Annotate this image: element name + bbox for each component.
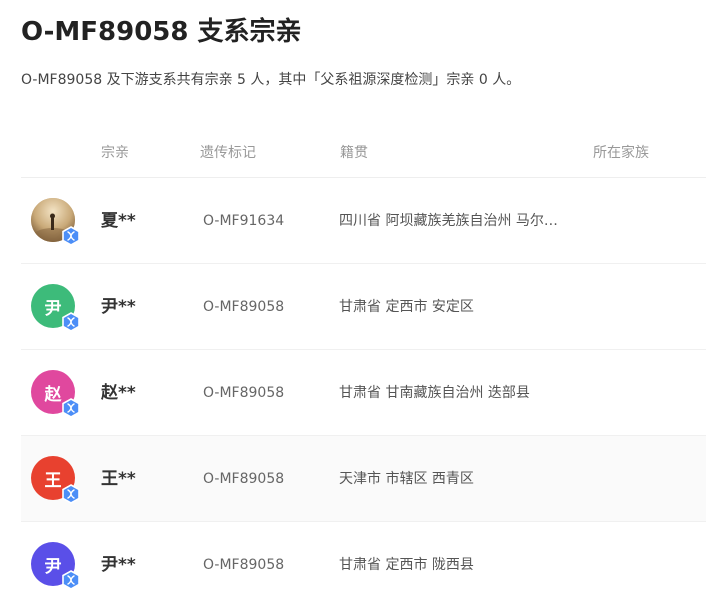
relatives-table: 宗亲 遗传标记 籍贯 所在家族 夏** O-MF91634 四川省 阿坝藏族羌族自治… bbox=[21, 127, 706, 600]
table-header: 宗亲 遗传标记 籍贯 所在家族 bbox=[21, 127, 706, 178]
relative-name[interactable]: 尹** bbox=[101, 297, 136, 317]
genetic-marker: O-MF89058 bbox=[203, 557, 285, 573]
avatar-initial: 赵 bbox=[44, 384, 62, 405]
table-row[interactable]: 夏** O-MF91634 四川省 阿坝藏族羌族自治州 马尔康市 bbox=[21, 178, 706, 264]
origin: 天津市 市辖区 西青区 bbox=[339, 471, 474, 487]
table-row[interactable]: 尹 尹** O-MF89058 甘肃省 定西市 陇西县 bbox=[21, 522, 706, 600]
avatar[interactable]: 尹 bbox=[31, 284, 80, 332]
avatar-initial: 尹 bbox=[44, 556, 62, 577]
genetic-marker: O-MF91634 bbox=[203, 213, 285, 229]
relative-name[interactable]: 夏** bbox=[101, 211, 136, 231]
genetic-marker: O-MF89058 bbox=[203, 471, 285, 487]
avatar[interactable]: 尹 bbox=[31, 542, 80, 590]
column-header-genetic-marker: 遗传标记 bbox=[200, 145, 256, 161]
dna-verified-icon bbox=[62, 312, 80, 332]
genetic-marker: O-MF89058 bbox=[203, 385, 285, 401]
dna-verified-icon bbox=[62, 484, 80, 504]
genetic-marker: O-MF89058 bbox=[203, 299, 285, 315]
relative-name[interactable]: 王** bbox=[101, 469, 136, 489]
page: O-MF89058 支系宗亲 O-MF89058 及下游支系共有宗亲 5 人，其… bbox=[0, 0, 706, 600]
origin: 甘肃省 定西市 安定区 bbox=[339, 299, 474, 315]
avatar[interactable]: 王 bbox=[31, 456, 80, 504]
dna-verified-icon bbox=[62, 570, 80, 590]
table-row[interactable]: 尹 尹** O-MF89058 甘肃省 定西市 安定区 bbox=[21, 264, 706, 350]
origin: 甘肃省 定西市 陇西县 bbox=[339, 557, 474, 573]
table-row[interactable]: 王 王** O-MF89058 天津市 市辖区 西青区 bbox=[21, 436, 706, 522]
origin: 甘肃省 甘南藏族自治州 迭部县 bbox=[339, 385, 530, 401]
avatar[interactable]: 赵 bbox=[31, 370, 80, 418]
avatar-initial: 王 bbox=[44, 470, 62, 491]
table-row[interactable]: 赵 赵** O-MF89058 甘肃省 甘南藏族自治州 迭部县 bbox=[21, 350, 706, 436]
page-title: O-MF89058 支系宗亲 bbox=[21, 17, 302, 47]
dna-verified-icon bbox=[62, 398, 80, 418]
origin: 四川省 阿坝藏族羌族自治州 马尔康市 bbox=[339, 213, 561, 229]
column-header-relative: 宗亲 bbox=[101, 145, 129, 161]
column-header-origin: 籍贯 bbox=[340, 145, 368, 161]
avatar[interactable] bbox=[31, 198, 80, 246]
relative-name[interactable]: 赵** bbox=[101, 383, 136, 403]
table-body: 夏** O-MF91634 四川省 阿坝藏族羌族自治州 马尔康市尹尹** O-MF89… bbox=[21, 178, 706, 600]
avatar-initial: 尹 bbox=[44, 298, 62, 319]
page-subtitle: O-MF89058 及下游支系共有宗亲 5 人，其中「父系祖源深度检测」宗亲 0… bbox=[21, 72, 521, 88]
relative-name[interactable]: 尹** bbox=[101, 555, 136, 575]
column-header-family: 所在家族 bbox=[593, 145, 649, 161]
dna-verified-icon bbox=[62, 226, 80, 246]
